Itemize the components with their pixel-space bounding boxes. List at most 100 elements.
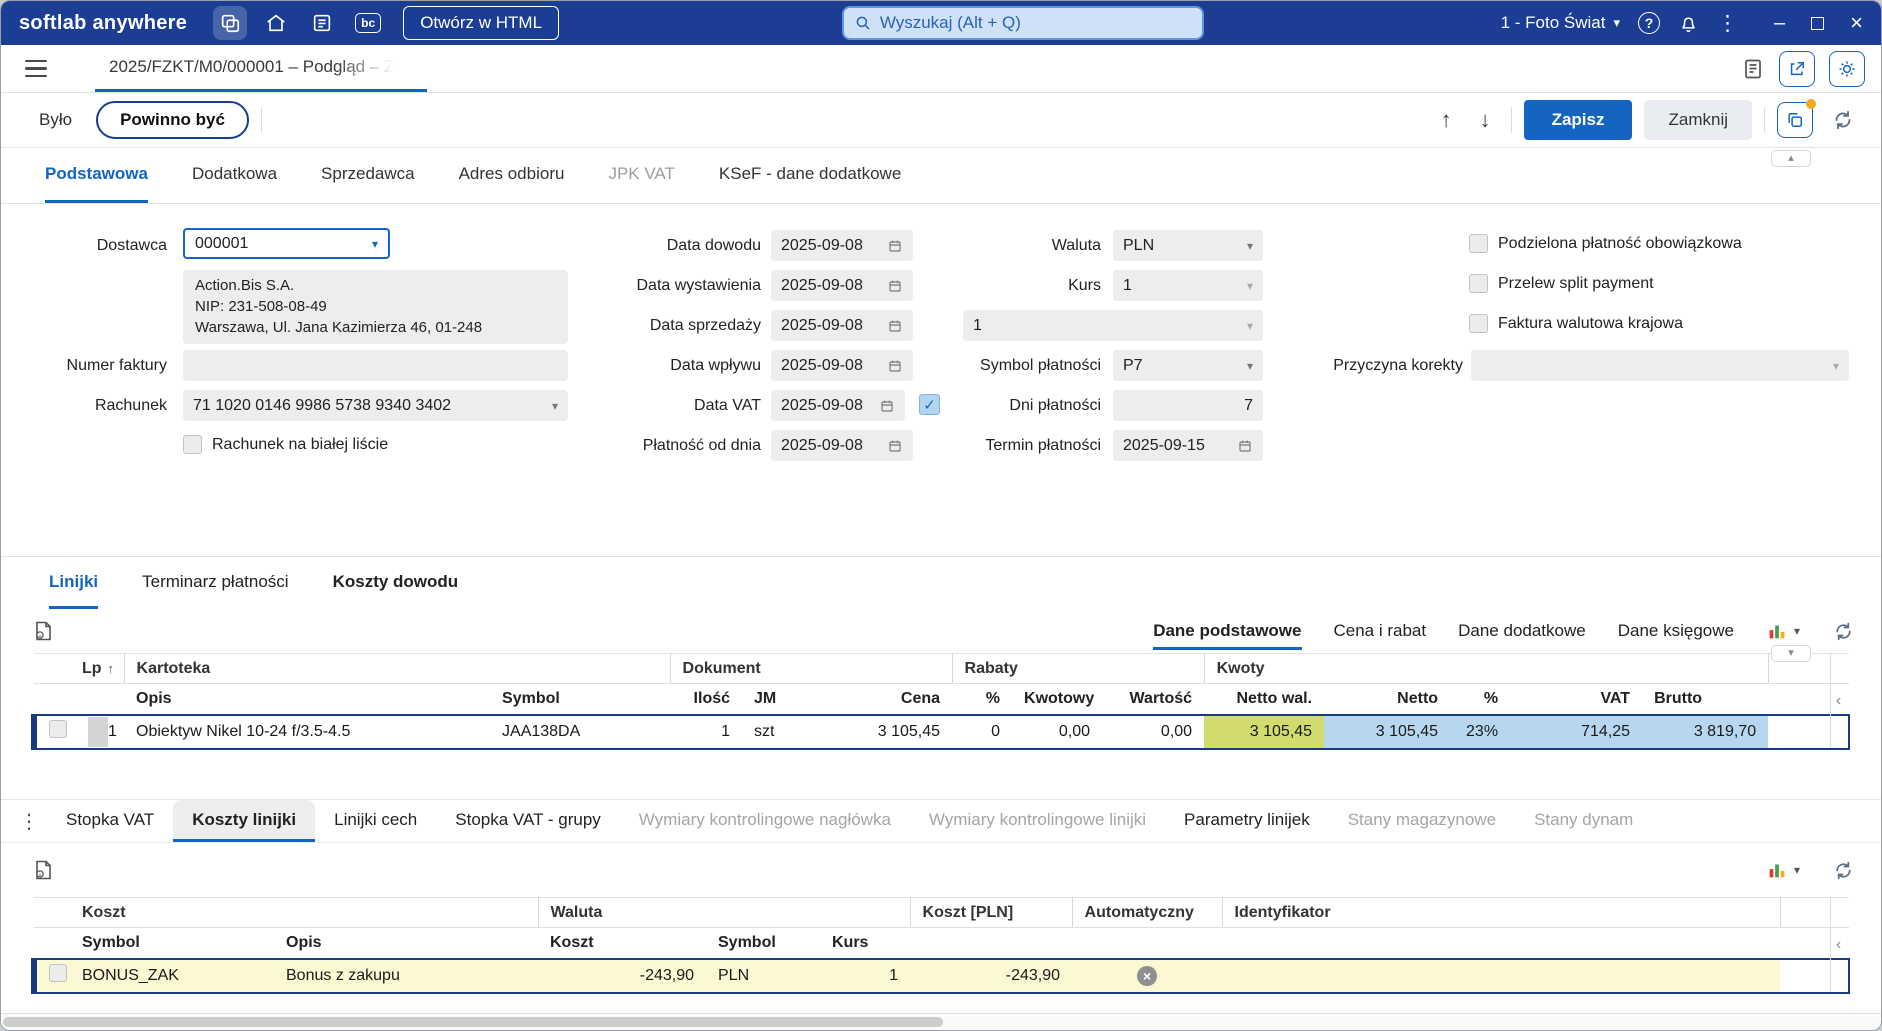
data-dowodu-input[interactable]: 2025-09-08 — [771, 230, 913, 261]
data-wplywu-input[interactable]: 2025-09-08 — [771, 350, 913, 381]
przelew-split-checkbox[interactable] — [1469, 274, 1488, 293]
header-ilosc[interactable]: Ilość — [670, 683, 743, 715]
tab-podstawowa[interactable]: Podstawowa — [45, 148, 148, 203]
refresh-button[interactable] — [1831, 108, 1855, 132]
open-in-html-button[interactable]: Otwórz w HTML — [403, 6, 560, 40]
notifications-button[interactable] — [1678, 13, 1699, 34]
tab-wymiary-linijki[interactable]: Wymiary kontrolingowe linijki — [910, 800, 1165, 842]
tab-jpk-vat[interactable]: JPK VAT — [608, 148, 674, 203]
header-rabat-proc[interactable]: % — [952, 683, 1013, 715]
chart-view-button[interactable]: ▾ — [1766, 620, 1800, 642]
calendar-icon[interactable] — [887, 318, 903, 334]
table-row[interactable]: BONUS_ZAK Bonus z zakupu -243,90 PLN 1 -… — [31, 957, 1851, 994]
podzielona-platnosc-checkbox[interactable] — [1469, 234, 1488, 253]
data-wystawienia-input[interactable]: 2025-09-08 — [771, 270, 913, 301]
tab-koszty-linijki[interactable]: Koszty linijki — [173, 800, 316, 842]
collapse-lines-button[interactable]: ▾ — [1771, 645, 1811, 662]
save-button[interactable]: Zapisz — [1523, 100, 1633, 140]
numer-faktury-input[interactable] — [183, 350, 568, 381]
next-record-button[interactable]: ↓ — [1472, 107, 1499, 133]
collapse-header-button[interactable]: ▴ — [1771, 150, 1811, 167]
home-button[interactable] — [259, 6, 293, 40]
header-waluta-symbol[interactable]: Symbol — [706, 927, 820, 959]
menu-button[interactable] — [25, 59, 47, 78]
dostawca-select[interactable]: 000001 ▾ — [183, 228, 390, 259]
tab-sprzedawca[interactable]: Sprzedawca — [321, 148, 415, 203]
calendar-icon[interactable] — [887, 278, 903, 294]
tab-cena-i-rabat[interactable]: Cena i rabat — [1334, 621, 1427, 641]
row-checkbox[interactable] — [49, 720, 67, 738]
row-handle[interactable] — [88, 716, 108, 747]
header-kwotowy[interactable]: Kwotowy — [1012, 683, 1103, 715]
tab-wymiary-naglowka[interactable]: Wymiary kontrolingowe nagłówka — [620, 800, 910, 842]
header-opis[interactable]: Opis — [124, 683, 491, 715]
bylo-button[interactable]: Było — [27, 102, 84, 138]
copy-document-button[interactable] — [1777, 99, 1816, 138]
tab-ksef[interactable]: KSeF - dane dodatkowe — [719, 148, 901, 203]
calendar-icon[interactable] — [1237, 438, 1253, 454]
tab-parametry-linijek[interactable]: Parametry linijek — [1165, 800, 1329, 842]
data-sprzedazy-input[interactable]: 2025-09-08 — [771, 310, 913, 341]
calendar-icon[interactable] — [887, 358, 903, 374]
header-brutto[interactable]: Brutto — [1642, 683, 1769, 715]
expand-columns-button[interactable]: ‹ — [1830, 897, 1846, 992]
tab-terminarz-platnosci[interactable]: Terminarz płatności — [142, 557, 288, 609]
table-row[interactable]: 1 Obiektyw Nikel 10-24 f/3.5-4.5 JAA138D… — [31, 713, 1851, 750]
search-input[interactable] — [879, 13, 1192, 33]
app-switcher-button[interactable] — [213, 6, 248, 40]
calendar-icon[interactable] — [887, 438, 903, 454]
tab-dane-dodatkowe[interactable]: Dane dodatkowe — [1458, 621, 1586, 641]
share-button[interactable] — [1779, 50, 1815, 87]
tab-stopka-vat-grupy[interactable]: Stopka VAT - grupy — [436, 800, 620, 842]
header-symbol[interactable]: Symbol — [70, 927, 274, 959]
kurs-input[interactable]: 1 ▾ — [1113, 270, 1263, 301]
row-info-button[interactable] — [31, 618, 55, 644]
tab-adres-odbioru[interactable]: Adres odbioru — [459, 148, 565, 203]
row-checkbox[interactable] — [49, 964, 67, 982]
expand-columns-button[interactable]: ‹ — [1830, 653, 1846, 748]
prev-record-button[interactable]: ↑ — [1433, 107, 1460, 133]
maximize-button[interactable] — [1811, 16, 1825, 30]
dni-platnosci-input[interactable]: 7 — [1113, 390, 1263, 421]
powinno-byc-button[interactable]: Powinno być — [96, 101, 249, 139]
header-vat[interactable]: VAT — [1510, 683, 1643, 715]
company-selector[interactable]: 1 - Foto Świat ▾ — [1501, 13, 1620, 33]
tab-linijki[interactable]: Linijki — [49, 557, 99, 609]
tab-linijki-cech[interactable]: Linijki cech — [315, 800, 436, 842]
data-vat-input[interactable]: 2025-09-08 — [771, 390, 905, 421]
tab-koszty-dowodu[interactable]: Koszty dowodu — [333, 557, 459, 609]
header-wartosc[interactable]: Wartość — [1102, 683, 1205, 715]
waluta-select[interactable]: PLN ▾ — [1113, 230, 1263, 261]
kurs-dodatkowy-input[interactable]: 1 ▾ — [963, 310, 1263, 341]
tab-dodatkowa[interactable]: Dodatkowa — [192, 148, 277, 203]
bc-button[interactable]: bc — [351, 6, 385, 40]
header-jm[interactable]: JM — [742, 683, 797, 715]
horizontal-scrollbar[interactable] — [1, 1013, 1881, 1030]
symbol-platnosci-select[interactable]: P7 ▾ — [1113, 350, 1263, 381]
header-cena[interactable]: Cena — [796, 683, 953, 715]
termin-platnosci-input[interactable]: 2025-09-15 — [1113, 430, 1263, 461]
tab-stopka-vat[interactable]: Stopka VAT — [47, 800, 173, 842]
global-search[interactable] — [841, 6, 1204, 40]
help-button[interactable]: ? — [1638, 12, 1661, 34]
close-document-button[interactable]: Zamknij — [1644, 100, 1752, 140]
theme-button[interactable] — [1829, 50, 1865, 87]
chart-view-button[interactable]: ▾ — [1766, 859, 1800, 881]
tab-overflow-button[interactable]: ⋮ — [17, 809, 41, 834]
refresh-costs-button[interactable] — [1832, 859, 1855, 882]
document-tab[interactable]: 2025/FZKT/M0/000001 – Podgląd – Z — [95, 45, 427, 92]
scrollbar-thumb[interactable] — [3, 1017, 943, 1027]
header-symbol[interactable]: Symbol — [490, 683, 671, 715]
header-netto[interactable]: Netto — [1324, 683, 1451, 715]
faktura-walutowa-checkbox[interactable] — [1469, 314, 1488, 333]
document-panel-button[interactable] — [1741, 57, 1765, 81]
tab-dane-ksiegowe[interactable]: Dane księgowe — [1618, 621, 1734, 641]
rachunek-select[interactable]: 71 1020 0146 9986 5738 9340 3402 ▾ — [183, 390, 568, 421]
tab-dane-podstawowe[interactable]: Dane podstawowe — [1153, 621, 1302, 650]
journal-button[interactable] — [305, 6, 339, 40]
more-menu-button[interactable]: ⋮ — [1717, 13, 1738, 34]
header-opis[interactable]: Opis — [274, 927, 538, 959]
header-netto-wal[interactable]: Netto wal. — [1204, 683, 1325, 715]
minimize-button[interactable]: – — [1774, 12, 1785, 35]
header-vat-proc[interactable]: % — [1450, 683, 1511, 715]
